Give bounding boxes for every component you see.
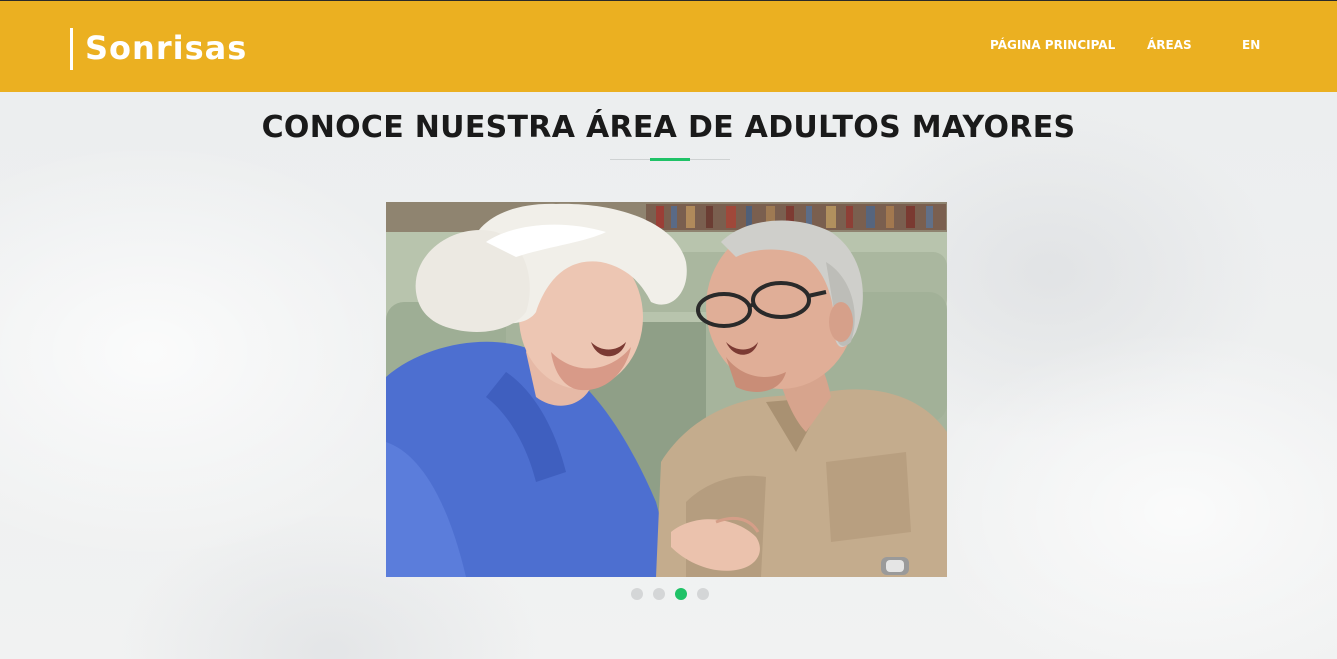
section-title: CONOCE NUESTRA ÁREA DE ADULTOS MAYORES — [261, 110, 1076, 145]
nav-item-language[interactable]: EN — [1242, 37, 1260, 53]
title-divider-accent — [650, 158, 690, 161]
carousel-slide[interactable] — [386, 202, 947, 577]
carousel-dot-1[interactable] — [631, 588, 643, 600]
carousel-dot-3[interactable] — [675, 588, 687, 600]
main-nav: PÁGINA PRINCIPAL ÁREAS EN — [0, 37, 1337, 57]
carousel-dot-2[interactable] — [653, 588, 665, 600]
carousel-dot-4[interactable] — [697, 588, 709, 600]
site-header: Sonrisas PÁGINA PRINCIPAL ÁREAS EN — [0, 1, 1337, 92]
nav-item-areas[interactable]: ÁREAS — [1147, 37, 1192, 53]
nav-item-home[interactable]: PÁGINA PRINCIPAL — [990, 37, 1115, 53]
elderly-couple-photo — [386, 202, 947, 577]
